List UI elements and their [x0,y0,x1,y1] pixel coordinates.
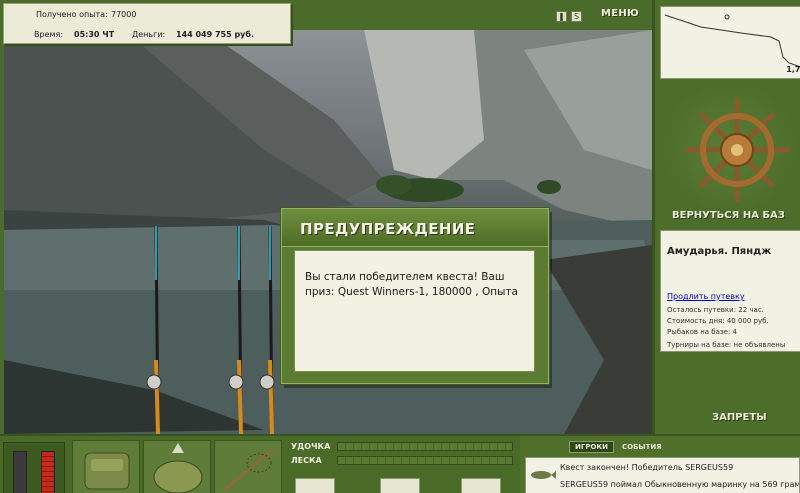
rod-tension-gauge [337,442,513,451]
tool-slot-3[interactable] [461,478,501,493]
tab-events[interactable]: СОБЫТИЯ [617,442,667,452]
chat-message: Квест закончен! Победитель SERGEUS59 [560,463,734,472]
chat-message: SERGEUS59 поймал Обыкновенную маринку на… [560,480,800,489]
ship-wheel-icon [684,97,790,203]
fishers-count-text: Рыбаков на базе: 4 [667,328,737,336]
backpack-icon [84,452,130,490]
chat-panel: ИГРОКИ СОБЫТИЯ Квест закончен! Победител… [520,436,800,493]
player-info-panel: Получено опыта: 77000 Время: 05:30 ЧТ Де… [3,3,291,44]
top-controls: ❚ S [556,8,582,24]
remaining-time-text: Осталось путевки: 22 час. [667,306,764,314]
depth-graph: 1,77 [660,6,800,79]
landing-net-slot[interactable] [214,440,282,493]
dialog-body: Вы стали победителем квеста! Ваш приз: Q… [294,250,535,372]
experience-value: 77000 [111,10,137,19]
rod-label: УДОЧКА [291,442,331,451]
experience-label: Получено опыта: [36,10,108,19]
depth-value: 1,77 [786,65,800,74]
sound-icon[interactable]: S [571,10,582,22]
time-label: Время: [34,30,64,39]
menu-button[interactable]: МЕНЮ [601,8,639,19]
tackle-gauges: УДОЧКА ЛЕСКА [285,438,517,493]
ship-wheel-area [655,88,800,208]
location-title: Амударья. Пяндж [667,246,772,257]
chat-messages: Квест закончен! Победитель SERGEUS59 SER… [525,457,800,493]
bans-button[interactable]: ЗАПРЕТЫ [712,412,767,423]
dialog-title: ПРЕДУПРЕЖДЕНИЕ [300,220,476,238]
tool-slot-1[interactable] [295,478,335,493]
fish-icon [531,471,556,479]
day-cost-text: Стоимость дня: 40 000 руб. [667,317,769,325]
fatigue-meter [13,451,27,493]
net-icon [222,447,274,493]
bait-bag-slot[interactable] [143,440,211,493]
return-to-base-button[interactable]: ВЕРНУТЬСЯ НА БАЗ [672,210,785,221]
tournaments-text: Турниры на базе: не объявлены [667,341,786,349]
money-label: Деньги: [132,30,166,39]
warning-dialog: ПРЕДУПРЕЖДЕНИЕ Вы стали победителем квес… [281,208,549,384]
base-info-panel: Амударья. Пяндж Продлить путевку Осталос… [660,230,800,352]
time-value: 05:30 ЧТ [74,30,115,39]
status-meters [3,442,65,493]
backpack-slot[interactable] [72,440,140,493]
stamina-meter [41,451,55,493]
bottom-toolbar: УДОЧКА ЛЕСКА ИГРОКИ СОБЫТИЯ Квест законч… [0,434,800,493]
tool-slot-2[interactable] [380,478,420,493]
extend-voucher-link[interactable]: Продлить путевку [667,292,745,301]
dialog-message: Вы стали победителем квеста! Ваш приз: Q… [305,271,518,298]
dialog-header: ПРЕДУПРЕЖДЕНИЕ [282,209,548,247]
tab-players[interactable]: ИГРОКИ [569,441,614,453]
bag-icon [153,443,203,493]
pause-icon[interactable]: ❚ [556,10,567,22]
money-value: 144 049 755 руб. [176,30,255,39]
line-label: ЛЕСКА [291,456,322,465]
line-tension-gauge [337,456,513,465]
chat-tabs: ИГРОКИ СОБЫТИЯ [569,441,667,453]
right-sidebar: 1,77 ВЕРНУТЬСЯ НА БАЗ Амударья. Пяндж Пр… [652,0,800,437]
depth-graph-line [664,14,800,68]
